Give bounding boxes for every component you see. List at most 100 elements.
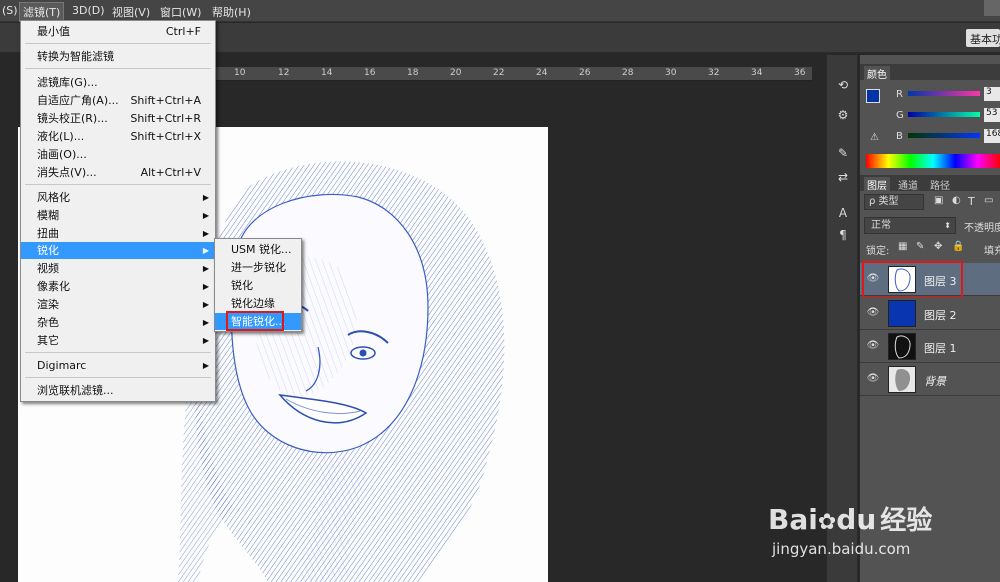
eye-icon[interactable]: 👁: [866, 340, 880, 352]
dropdown-arrow-icon: ⬍: [944, 221, 951, 230]
submenu-item-sharpen-more[interactable]: 进一步锐化: [215, 259, 301, 276]
highlight-box: [226, 311, 284, 331]
shape-filter-icon[interactable]: ▭: [984, 195, 993, 206]
b-label: B: [896, 131, 903, 142]
menu-item-digimarc[interactable]: Digimarc ▶: [21, 357, 215, 374]
menu-item-other[interactable]: 其它 ▶: [21, 332, 215, 349]
blend-mode-value: 正常: [871, 220, 891, 231]
menu-item-pixelate[interactable]: 像素化 ▶: [21, 278, 215, 295]
pixel-filter-icon[interactable]: ▣: [934, 195, 943, 206]
menu-item-sharpen[interactable]: 锐化 ▶: [21, 242, 215, 259]
menu-item-oil-paint[interactable]: 油画(O)...: [21, 146, 215, 163]
layer-name: 背景: [924, 375, 946, 388]
ruler-tick: 28: [622, 68, 634, 78]
chevron-right-icon: ▶: [202, 300, 209, 309]
lock-label: 锁定:: [866, 246, 890, 257]
g-value-field[interactable]: 53: [984, 108, 1000, 122]
ruler-tick: 14: [321, 68, 333, 78]
ruler-tick: 18: [407, 68, 419, 78]
submenu-item-sharpen[interactable]: 锐化: [215, 277, 301, 294]
color-spectrum-bar[interactable]: [866, 154, 1000, 168]
ruler-tick: 26: [579, 68, 591, 78]
menu-item-minimum[interactable]: 最小值 Ctrl+F: [21, 23, 215, 40]
menu-item-vanishing-point[interactable]: 消失点(V)... Alt+Ctrl+V: [21, 164, 215, 181]
menu-filter[interactable]: 滤镜(T): [19, 2, 65, 22]
window-control-button[interactable]: [984, 0, 1000, 16]
workspace-button[interactable]: 基本功能: [966, 29, 1000, 47]
layer-row-1[interactable]: 👁 图层 1: [860, 330, 1000, 363]
menu-item-browse-online[interactable]: 浏览联机滤镜...: [21, 382, 215, 399]
tab-color[interactable]: 颜色: [864, 66, 890, 81]
submenu-item-unsharp-mask[interactable]: USM 锐化...: [215, 241, 301, 258]
layer-row-background[interactable]: 👁 背景: [860, 363, 1000, 396]
chevron-right-icon: ▶: [202, 264, 209, 273]
color-panel-tabs: 颜色: [860, 64, 1000, 81]
menu-item-distort[interactable]: 扭曲 ▶: [21, 225, 215, 242]
menu-divider: [25, 377, 211, 378]
ruler-tick: 22: [493, 68, 505, 78]
menu-item-blur[interactable]: 模糊 ▶: [21, 207, 215, 224]
menu-3d[interactable]: 3D(D): [72, 4, 105, 17]
menu-item-stylize[interactable]: 风格化 ▶: [21, 189, 215, 206]
menu-divider: [25, 68, 211, 69]
lock-move-icon[interactable]: ✥: [934, 241, 942, 252]
properties-icon[interactable]: ⚙: [834, 107, 852, 123]
watermark-brand-c: 经验: [880, 506, 933, 536]
tab-paths[interactable]: 路径: [930, 177, 950, 192]
ruler-tick: 24: [536, 68, 548, 78]
menu-item-render[interactable]: 渲染 ▶: [21, 296, 215, 313]
watermark-brand-a: Bai: [768, 503, 818, 536]
g-slider[interactable]: [908, 112, 980, 117]
menu-view[interactable]: 视图(V): [112, 4, 150, 20]
lock-all-icon[interactable]: 🔒: [952, 241, 964, 252]
menu-item-noise[interactable]: 杂色 ▶: [21, 314, 215, 331]
lock-transparent-icon[interactable]: ▦: [898, 241, 907, 252]
watermark-brand-b: du: [836, 503, 877, 536]
brush-icon[interactable]: ✎: [834, 145, 852, 161]
layer-thumbnail: [888, 300, 916, 327]
chevron-right-icon: ▶: [202, 246, 209, 255]
ruler-tick: 30: [665, 68, 677, 78]
filter-menu: 最小值 Ctrl+F 转换为智能滤镜 滤镜库(G)... 自适应广角(A)... S…: [20, 20, 216, 402]
b-slider[interactable]: [908, 133, 980, 138]
layer-thumbnail: [888, 366, 916, 393]
menu-item-filter-gallery[interactable]: 滤镜库(G)...: [21, 74, 215, 91]
opacity-label: 不透明度: [964, 223, 1000, 234]
menu-item-lens-correction[interactable]: 镜头校正(R)... Shift+Ctrl+R: [21, 110, 215, 127]
tab-layers[interactable]: 图层: [864, 177, 890, 192]
ruler-tick: 36: [794, 68, 806, 78]
warning-icon: ⚠: [870, 132, 879, 143]
highlight-box: [862, 261, 963, 298]
layer-name: 图层 2: [924, 309, 957, 322]
layer-filter-dropdown[interactable]: ρ 类型: [864, 194, 924, 210]
r-label: R: [896, 89, 903, 100]
r-slider[interactable]: [908, 91, 980, 96]
blend-mode-dropdown[interactable]: 正常 ⬍: [864, 217, 956, 234]
layer-name: 图层 1: [924, 342, 957, 355]
b-value-field[interactable]: 168: [984, 129, 1000, 143]
clone-source-icon[interactable]: ⇄: [834, 169, 852, 185]
tab-channels[interactable]: 通道: [898, 177, 918, 192]
menu-window[interactable]: 窗口(W): [160, 4, 201, 20]
eye-icon[interactable]: 👁: [866, 307, 880, 319]
menu-item-adaptive-wide-angle[interactable]: 自适应广角(A)... Shift+Ctrl+A: [21, 92, 215, 109]
layer-row-2[interactable]: 👁 图层 2: [860, 297, 1000, 330]
menu-item-convert-smart-filter[interactable]: 转换为智能滤镜: [21, 48, 215, 65]
r-value-field[interactable]: 3: [984, 87, 1000, 101]
adjustment-filter-icon[interactable]: ◐: [952, 195, 961, 206]
type-filter-icon[interactable]: T: [968, 195, 975, 208]
foreground-color-swatch[interactable]: [866, 89, 880, 103]
ruler-tick: 20: [450, 68, 462, 78]
ruler-tick: 10: [234, 68, 246, 78]
menu-select[interactable]: (S): [2, 4, 18, 17]
menu-item-video[interactable]: 视频 ▶: [21, 260, 215, 277]
menu-help[interactable]: 帮助(H): [212, 4, 251, 20]
history-icon[interactable]: ⟲: [834, 77, 852, 93]
eye-icon[interactable]: 👁: [866, 373, 880, 385]
lock-brush-icon[interactable]: ✎: [916, 241, 924, 252]
character-icon[interactable]: A: [834, 205, 852, 221]
layer-thumbnail: [888, 333, 916, 360]
submenu-item-sharpen-edges[interactable]: 锐化边缘: [215, 295, 301, 312]
paragraph-icon[interactable]: ¶: [834, 227, 852, 243]
menu-item-liquify[interactable]: 液化(L)... Shift+Ctrl+X: [21, 128, 215, 145]
